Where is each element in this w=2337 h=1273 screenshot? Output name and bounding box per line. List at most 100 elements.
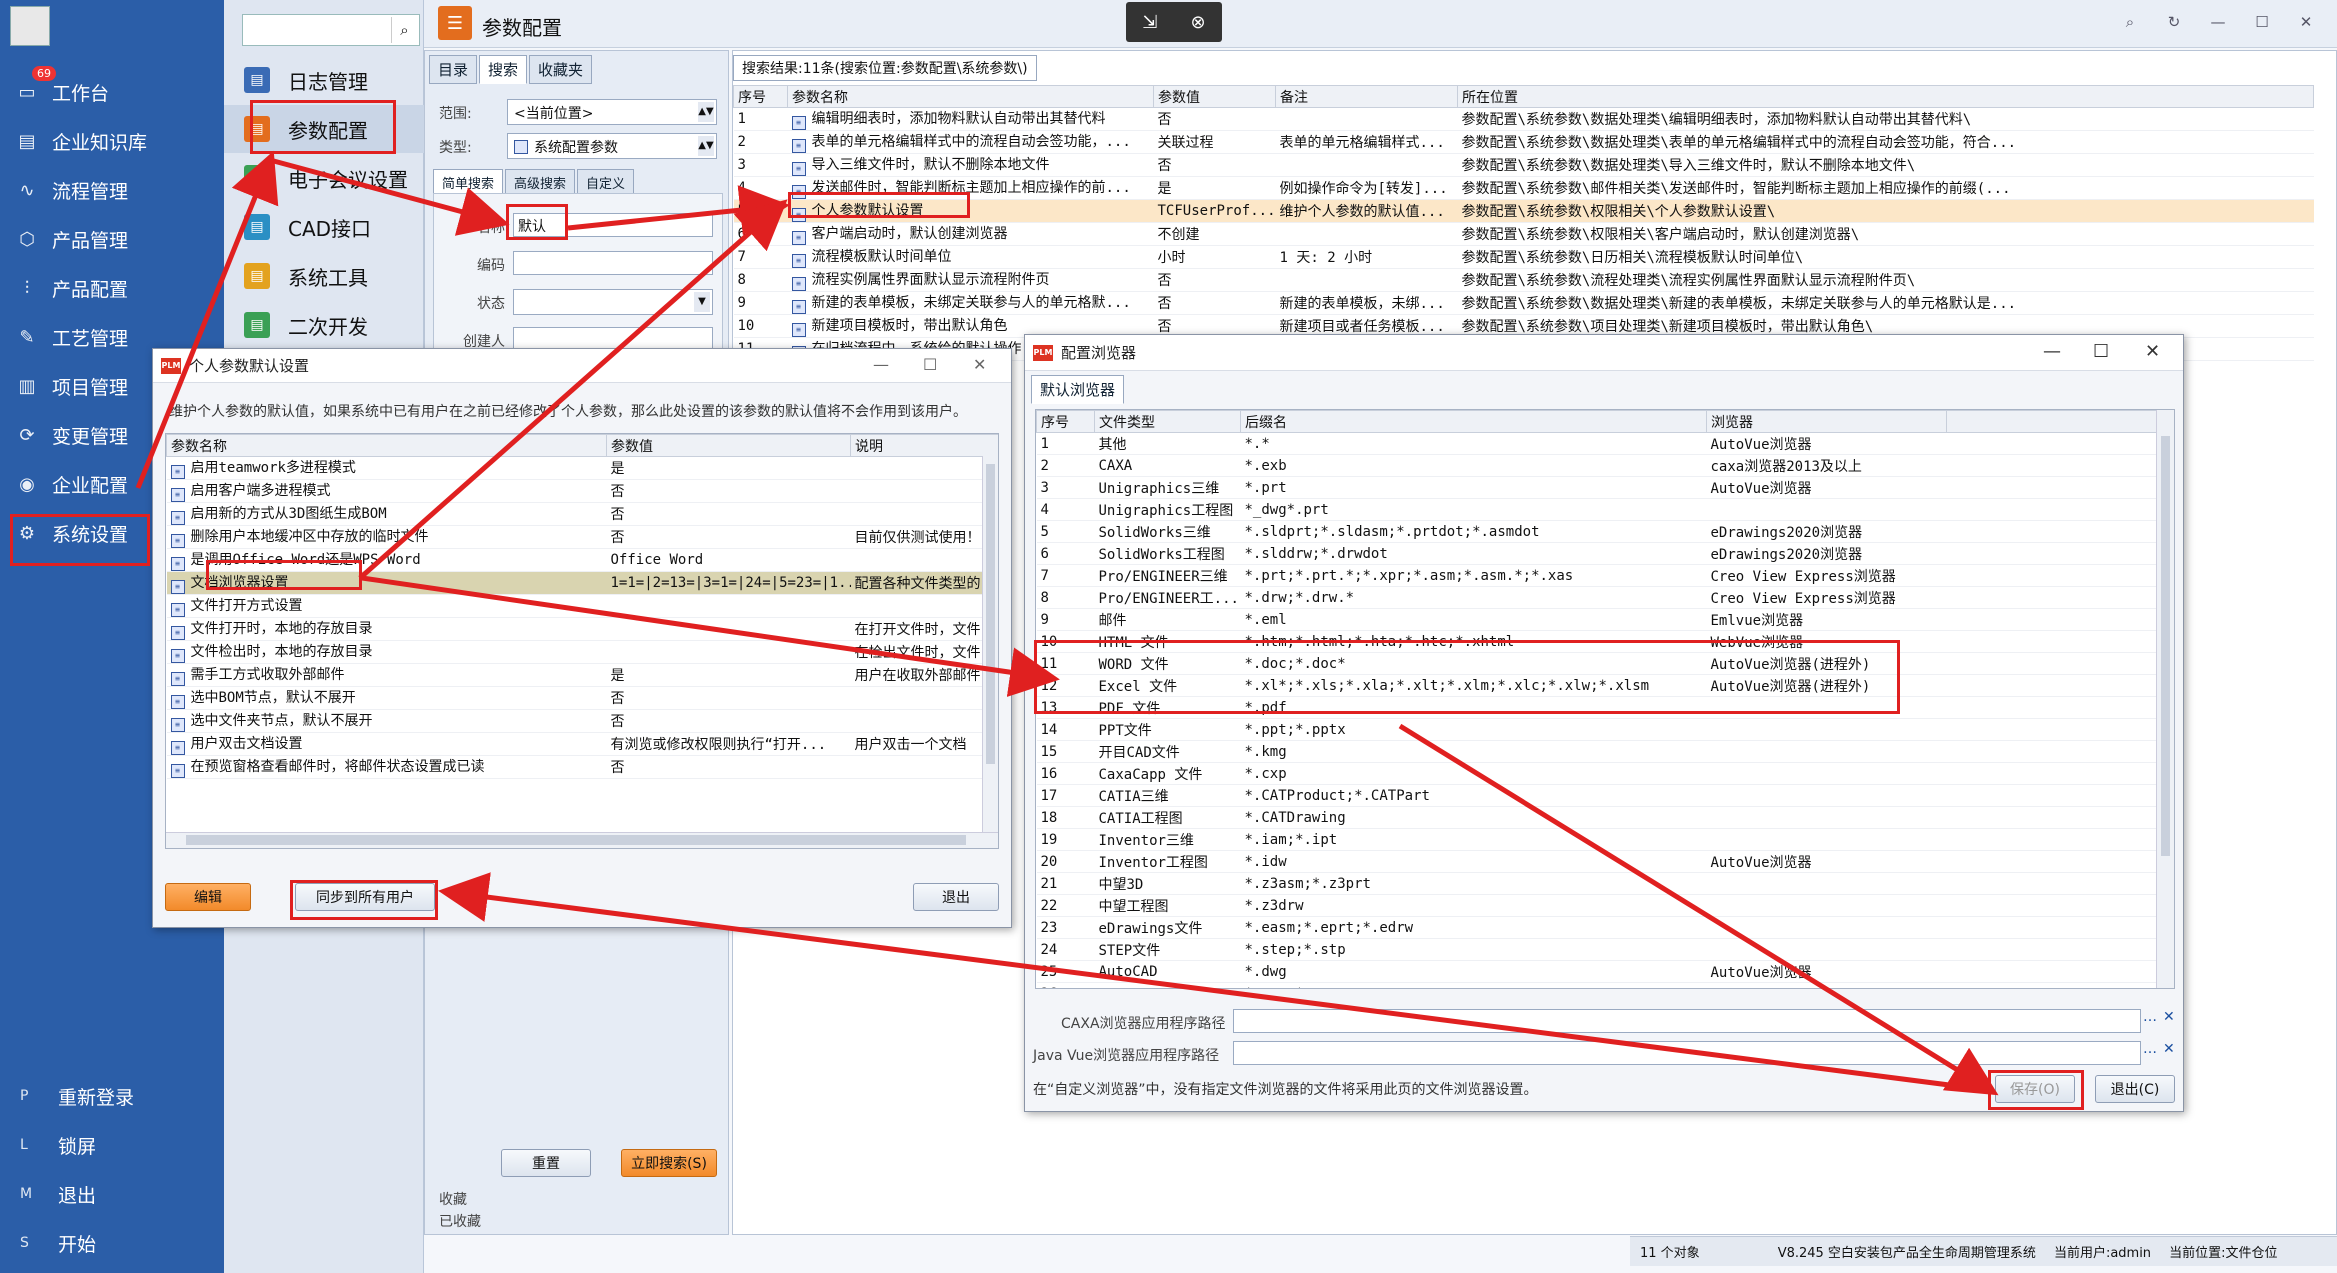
- search-tab-0[interactable]: 简单搜索: [433, 169, 504, 196]
- search-icon[interactable]: ⌕: [391, 17, 417, 43]
- search-tab-1[interactable]: 高级搜索: [505, 169, 576, 196]
- table-row[interactable]: ≡ 需手工方式收取外部邮件 是 用户在收取外部邮件: [166, 663, 998, 687]
- column-header[interactable]: 参数值: [1153, 85, 1276, 108]
- edit-button[interactable]: 编辑: [165, 883, 251, 911]
- table-row[interactable]: ≡ 删除用户本地缓冲区中存放的临时文件 否 目前仅供测试使用！: [166, 525, 998, 549]
- table-row[interactable]: 1 其他 *.* AutoVue浏览器: [1036, 432, 2157, 455]
- table-row[interactable]: 22 中望工程图 *.z3drw: [1036, 894, 2157, 917]
- close-icon[interactable]: ✕: [2294, 10, 2318, 34]
- table-row[interactable]: 8 ≡ 流程实例属性界面默认显示流程附件页 否 参数配置\系统参数\流程处理类\流程实例…: [733, 268, 2314, 292]
- results-tab[interactable]: 搜索结果:11条(搜索位置:参数配置\系统参数\): [733, 55, 1037, 81]
- table-row[interactable]: ≡ 文件检出时，本地的存放目录 在检出文件时，文件: [166, 640, 998, 664]
- column-header[interactable]: 浏览器: [1706, 410, 1947, 433]
- table-row[interactable]: 3 Unigraphics三维 *.prt AutoVue浏览器: [1036, 476, 2157, 499]
- minimize-icon[interactable]: —: [2206, 10, 2230, 34]
- table-row[interactable]: ≡ 文件打开时，本地的存放目录 在打开文件时，文件: [166, 617, 998, 641]
- state-select[interactable]: ▼: [513, 289, 713, 315]
- table-row[interactable]: ≡ 是调用Office Word还是WPS Word Office Word: [166, 548, 998, 572]
- maximize-icon[interactable]: ☐: [2250, 10, 2274, 34]
- table-row[interactable]: 4 Unigraphics工程图 *_dwg*.prt: [1036, 498, 2157, 521]
- close-icon[interactable]: ✕: [973, 355, 986, 374]
- sidebar-bottom-item-3[interactable]: S 开始: [0, 1221, 224, 1265]
- chevron-down-icon[interactable]: ▼: [694, 292, 710, 312]
- subnav-item-5[interactable]: ▤ 二次开发: [224, 301, 424, 349]
- chevron-down-icon[interactable]: ▲▼: [698, 102, 714, 122]
- exit-button[interactable]: 退出(C): [2095, 1075, 2175, 1103]
- table-row[interactable]: 10 HTML 文件 *.htm;*.html;*.hta;*.htc;*.xhtm…: [1036, 630, 2157, 653]
- table-row[interactable]: 18 CATIA工程图 *.CATDrawing: [1036, 806, 2157, 829]
- name-input[interactable]: 默认: [513, 213, 713, 237]
- column-header[interactable]: 参数名称: [166, 434, 607, 457]
- sidebar-bottom-item-2[interactable]: M 退出: [0, 1172, 224, 1216]
- subnav-search-input[interactable]: ⌕: [242, 14, 420, 46]
- subnav-item-2[interactable]: ▤ 电子会议设置: [224, 154, 424, 202]
- table-row[interactable]: 4 ≡ 发送邮件时，智能判断标主题加上相应操作的前... 是 例如操作命令为[转发]..…: [733, 176, 2314, 200]
- avatar[interactable]: [10, 6, 50, 46]
- tab-default-browser[interactable]: 默认浏览器: [1031, 375, 1125, 404]
- table-row[interactable]: 7 ≡ 流程模板默认时间单位 小时 1 天: 2 小时 参数配置\系统参数\日历相关\流程…: [733, 245, 2314, 269]
- column-header[interactable]: 备注: [1275, 85, 1458, 108]
- table-row[interactable]: 11 WORD 文件 *.doc;*.doc* AutoVue浏览器(进程外): [1036, 652, 2157, 675]
- minimize-icon[interactable]: —: [2043, 341, 2061, 362]
- table-row[interactable]: 8 Pro/ENGINEER工... *.drw;*.drw.* Creo View …: [1036, 586, 2157, 609]
- column-header[interactable]: 参数值: [606, 434, 851, 457]
- table-row[interactable]: 19 Inventor三维 *.iam;*.ipt: [1036, 828, 2157, 851]
- table-row[interactable]: 3 ≡ 导入三维文件时，默认不删除本地文件 否 参数配置\系统参数\数据处理类\导入三维…: [733, 153, 2314, 177]
- table-row[interactable]: 25 AutoCAD *.dwg AutoVue浏览器: [1036, 960, 2157, 983]
- vertical-scrollbar[interactable]: [2156, 410, 2174, 988]
- column-header[interactable]: 说明: [850, 434, 998, 457]
- panel-tab-1[interactable]: 搜索: [479, 55, 528, 84]
- subnav-item-0[interactable]: ▤ 日志管理: [224, 56, 424, 104]
- sidebar-item-4[interactable]: ⫶ 产品配置: [0, 264, 224, 312]
- table-row[interactable]: ≡ 在预览窗格查看邮件时，将邮件状态设置成已读 否: [166, 755, 998, 779]
- table-row[interactable]: 15 开目CAD文件 *.kmg: [1036, 740, 2157, 763]
- table-row[interactable]: 6 ≡ 客户端启动时，默认创建浏览器 不创建 参数配置\系统参数\权限相关\客户端启动时…: [733, 222, 2314, 246]
- table-row[interactable]: 6 SolidWorks工程图 *.slddrw;*.drwdot eDrawings…: [1036, 542, 2157, 565]
- table-row[interactable]: 14 PPT文件 *.ppt;*.pptx: [1036, 718, 2157, 741]
- search-icon[interactable]: ⌕: [2118, 10, 2142, 34]
- table-row[interactable]: 7 Pro/ENGINEER三维 *.prt;*.prt.*;*.xpr;*.asm…: [1036, 564, 2157, 587]
- table-row[interactable]: 5 ≡ 个人参数默认设置 TCFUserProf... 维护个人参数的默认值... 参数配…: [733, 199, 2314, 223]
- clear-icon[interactable]: ✕: [2163, 1009, 2175, 1025]
- maximize-icon[interactable]: ☐: [923, 355, 937, 374]
- subnav-item-3[interactable]: ▤ CAD接口: [224, 203, 424, 251]
- panel-tab-2[interactable]: 收藏夹: [529, 55, 593, 84]
- table-row[interactable]: 2 CAXA *.exb caxa浏览器2013及以上: [1036, 454, 2157, 477]
- type-select[interactable]: 系统配置参数 ▲▼: [507, 133, 717, 159]
- browse-icon[interactable]: …: [2143, 1009, 2157, 1025]
- caxa-path-input[interactable]: [1233, 1009, 2141, 1033]
- table-row[interactable]: 24 STEP文件 *.step;*.stp: [1036, 938, 2157, 961]
- table-row[interactable]: ≡ 启用teamwork多进程模式 是: [166, 456, 998, 480]
- sidebar-bottom-item-1[interactable]: L 锁屏: [0, 1123, 224, 1167]
- subnav-item-4[interactable]: ▤ 系统工具: [224, 252, 424, 300]
- collapse-icon[interactable]: ⇲: [1142, 12, 1157, 33]
- table-row[interactable]: 12 Excel 文件 *.xl*;*.xls;*.xla;*.xlt;*.xlm;…: [1036, 674, 2157, 697]
- column-header[interactable]: 后缀名: [1240, 410, 1707, 433]
- javavue-path-input[interactable]: [1233, 1041, 2141, 1065]
- table-row[interactable]: 20 Inventor工程图 *.idw AutoVue浏览器: [1036, 850, 2157, 873]
- column-header[interactable]: 序号: [1036, 410, 1095, 433]
- panel-tab-0[interactable]: 目录: [429, 55, 478, 84]
- sync-all-users-button[interactable]: 同步到所有用户: [295, 883, 435, 911]
- exit-button[interactable]: 退出: [913, 883, 999, 911]
- table-row[interactable]: ≡ 选中文件夹节点，默认不展开 否: [166, 709, 998, 733]
- column-header[interactable]: 所在位置: [1457, 85, 2314, 108]
- table-row[interactable]: 16 CaxaCapp 文件 *.cxp: [1036, 762, 2157, 785]
- column-header[interactable]: 序号: [733, 85, 788, 108]
- chevron-down-icon[interactable]: ▲▼: [698, 136, 714, 156]
- sidebar-item-3[interactable]: ⬡ 产品管理: [0, 215, 224, 263]
- sidebar-item-1[interactable]: ▤ 企业知识库: [0, 117, 224, 165]
- subnav-item-1[interactable]: ▤ 参数配置: [224, 105, 424, 153]
- search-now-button[interactable]: 立即搜索(S): [621, 1149, 717, 1177]
- table-row[interactable]: 26 SolidEdge三维 *.asm;*.par: [1036, 982, 2157, 988]
- clear-icon[interactable]: ✕: [2163, 1041, 2175, 1057]
- horizontal-scrollbar[interactable]: [166, 832, 998, 848]
- search-tab-2[interactable]: 自定义: [577, 169, 635, 196]
- column-header[interactable]: 参数名称: [787, 85, 1154, 108]
- vertical-scrollbar[interactable]: [982, 456, 998, 832]
- table-row[interactable]: ≡ 文件打开方式设置: [166, 594, 998, 618]
- refresh-icon[interactable]: ↻: [2162, 10, 2186, 34]
- sidebar-item-2[interactable]: ∿ 流程管理: [0, 166, 224, 214]
- table-row[interactable]: ≡ 用户双击文档设置 有浏览或修改权限则执行“打开... 用户双击一个文档: [166, 732, 998, 756]
- close-icon[interactable]: ✕: [2145, 341, 2160, 362]
